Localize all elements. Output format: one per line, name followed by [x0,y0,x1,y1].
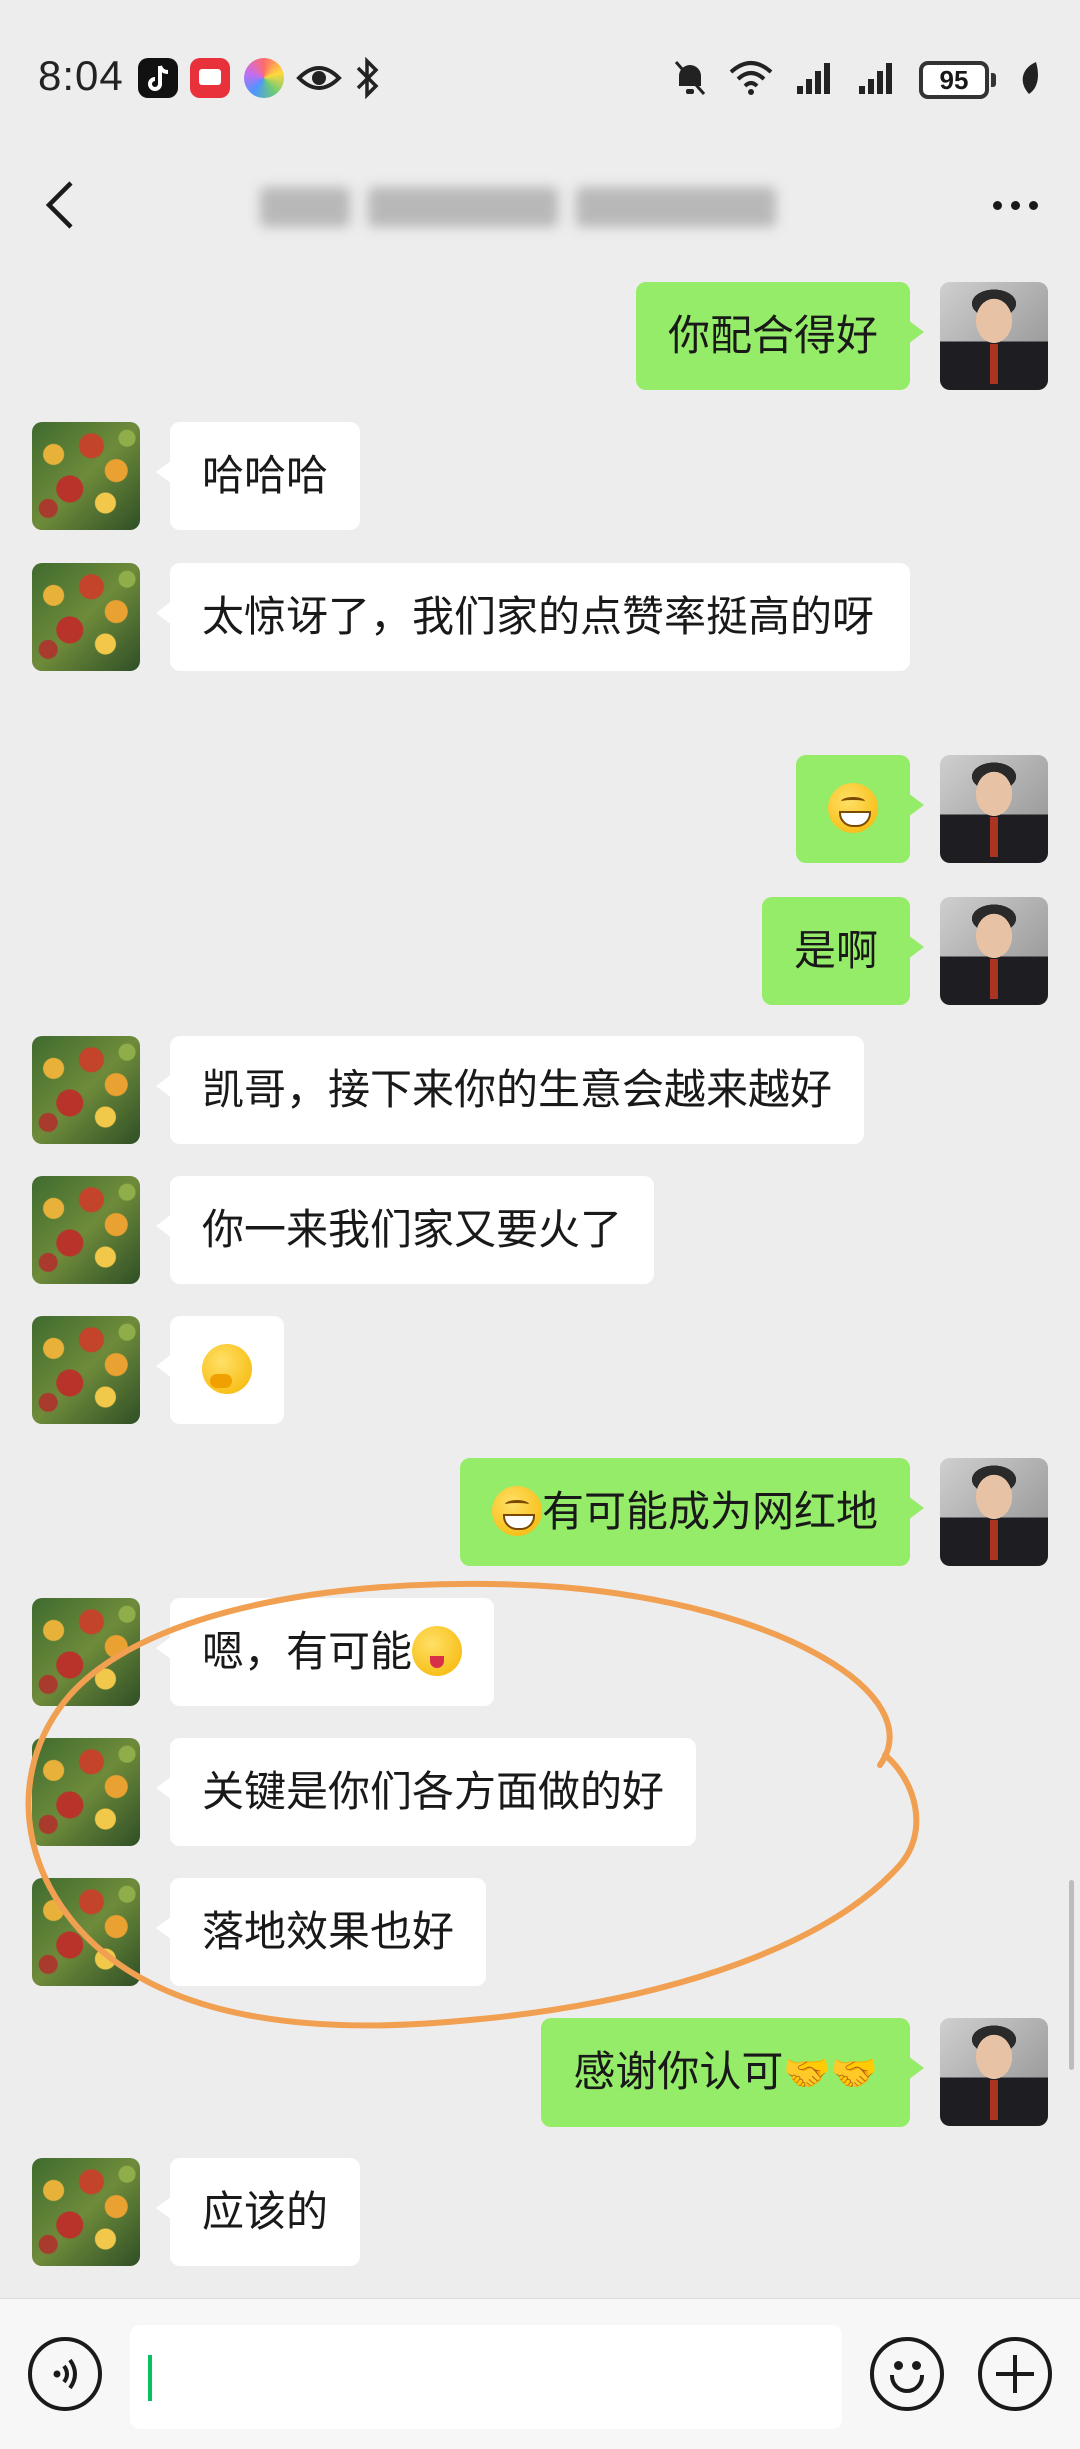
avatar-me[interactable] [940,1458,1048,1566]
message-bubble-in[interactable]: 哈哈哈 [155,422,361,530]
avatar-contact[interactable] [32,1316,140,1424]
back-button[interactable] [30,165,90,245]
avatar-contact[interactable] [32,2158,140,2266]
wifi-icon [729,60,773,100]
avatar-me[interactable] [940,282,1048,390]
grin-emoji-icon [828,783,878,833]
text-caret [148,2355,152,2401]
handshake-emoji-icon: 🤝🤝 [783,2051,878,2095]
battery-level: 95 [919,61,989,99]
message-bubble-out[interactable]: 有可能成为网红地 [459,1458,925,1566]
avatar-contact[interactable] [32,1738,140,1846]
voice-input-button[interactable] [28,2337,102,2411]
avatar-me[interactable] [940,755,1048,863]
avatar-contact[interactable] [32,422,140,530]
message-bubble-in[interactable]: 关键是你们各方面做的好 [155,1738,697,1846]
message-bubble-out[interactable]: 感谢你认可🤝🤝 [541,2018,924,2127]
message-bubble-in[interactable]: 凯哥，接下来你的生意会越来越好 [155,1036,865,1144]
message-bubble-out[interactable]: 你配合得好 [635,282,925,390]
message-bubble-in[interactable]: 嗯，有可能 [155,1598,495,1706]
avatar-contact[interactable] [32,1598,140,1706]
message-bubble-in[interactable]: 应该的 [155,2158,361,2266]
thinking-emoji-icon [202,1344,252,1394]
eye-icon [296,58,342,102]
voice-icon [53,2358,77,2390]
leaf-icon [1018,60,1040,100]
bluetooth-icon [354,56,380,104]
status-icons-right: 95 [673,58,1040,102]
avatar-contact[interactable] [32,1176,140,1284]
avatar-contact[interactable] [32,563,140,671]
avatar-me[interactable] [940,897,1048,1005]
mute-bell-icon [673,58,707,102]
plus-button[interactable] [978,2337,1052,2411]
avatar-me[interactable] [940,2018,1048,2126]
tiktok-icon [138,58,178,98]
red-app-icon [190,58,230,98]
message-text: 嗯，有可能 [202,1627,413,1676]
avatar-contact[interactable] [32,1036,140,1144]
emoji-button[interactable] [870,2337,944,2411]
message-bubble-in[interactable] [156,1316,284,1424]
status-time: 8:04 [38,52,124,99]
chat-title-blurred [260,172,780,242]
avatar-contact[interactable] [32,1878,140,1986]
signal-icon [795,60,835,100]
scrollbar[interactable] [1069,1880,1074,2070]
message-text: 有可能成为网红地 [541,1487,878,1536]
battery-icon: 95 [919,61,996,99]
message-input[interactable] [130,2325,842,2429]
message-text: 感谢你认可 [573,2047,784,2096]
wink-emoji-icon [412,1626,463,1676]
message-bubble-in[interactable]: 你一来我们家又要火了 [155,1176,655,1284]
gallery-icon [244,58,284,98]
message-bubble-in[interactable]: 太惊讶了，我们家的点赞率挺高的呀 [156,563,910,671]
message-bubble-out[interactable]: 是啊 [761,897,925,1005]
message-bubble-out[interactable] [796,755,924,863]
status-bar: 8:04 95 [0,0,1080,150]
grin-emoji-icon [491,1486,542,1536]
more-options-button[interactable] [980,180,1050,230]
chevron-left-icon [45,181,73,229]
signal-icon [857,60,897,100]
message-bubble-in[interactable]: 落地效果也好 [155,1878,487,1986]
input-bar [0,2298,1080,2449]
chat-header [0,150,1080,260]
